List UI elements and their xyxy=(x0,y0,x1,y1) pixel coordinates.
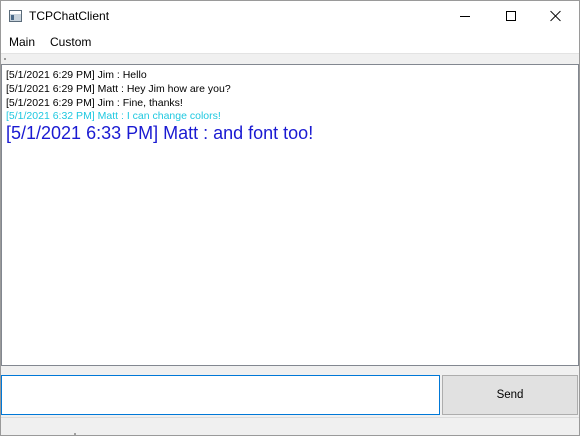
grip-dot xyxy=(4,58,6,60)
send-button[interactable]: Send xyxy=(442,375,578,415)
chat-message: [5/1/2021 6:32 PM] Matt : I can change c… xyxy=(6,110,221,122)
title-bar[interactable]: TCPChatClient xyxy=(1,1,579,31)
menu-main[interactable]: Main xyxy=(1,35,42,49)
app-window-icon xyxy=(9,10,22,22)
status-grip xyxy=(74,433,76,435)
menu-custom[interactable]: Custom xyxy=(42,35,98,49)
message-input[interactable] xyxy=(1,375,440,415)
chat-message: [5/1/2021 6:29 PM] Jim : Fine, thanks! xyxy=(6,97,183,109)
close-button[interactable] xyxy=(533,1,579,31)
chat-message: [5/1/2021 6:29 PM] Jim : Hello xyxy=(6,69,147,81)
maximize-icon xyxy=(506,11,516,21)
chat-message: [5/1/2021 6:33 PM] Matt : and font too! xyxy=(6,123,314,143)
status-bar xyxy=(1,417,579,435)
minimize-icon xyxy=(460,15,470,17)
chat-message: [5/1/2021 6:29 PM] Matt : Hey Jim how ar… xyxy=(6,83,231,95)
chat-log[interactable]: [5/1/2021 6:29 PM] Jim : Hello [5/1/2021 … xyxy=(1,64,579,366)
app-window: TCPChatClient Main Custom [5/1/2021 6:29… xyxy=(0,0,580,436)
maximize-button[interactable] xyxy=(488,1,534,31)
menu-bar: Main Custom xyxy=(1,31,579,53)
window-title: TCPChatClient xyxy=(29,9,110,23)
toolbar-grip xyxy=(1,53,579,64)
close-icon xyxy=(550,10,562,22)
minimize-button[interactable] xyxy=(442,1,488,31)
